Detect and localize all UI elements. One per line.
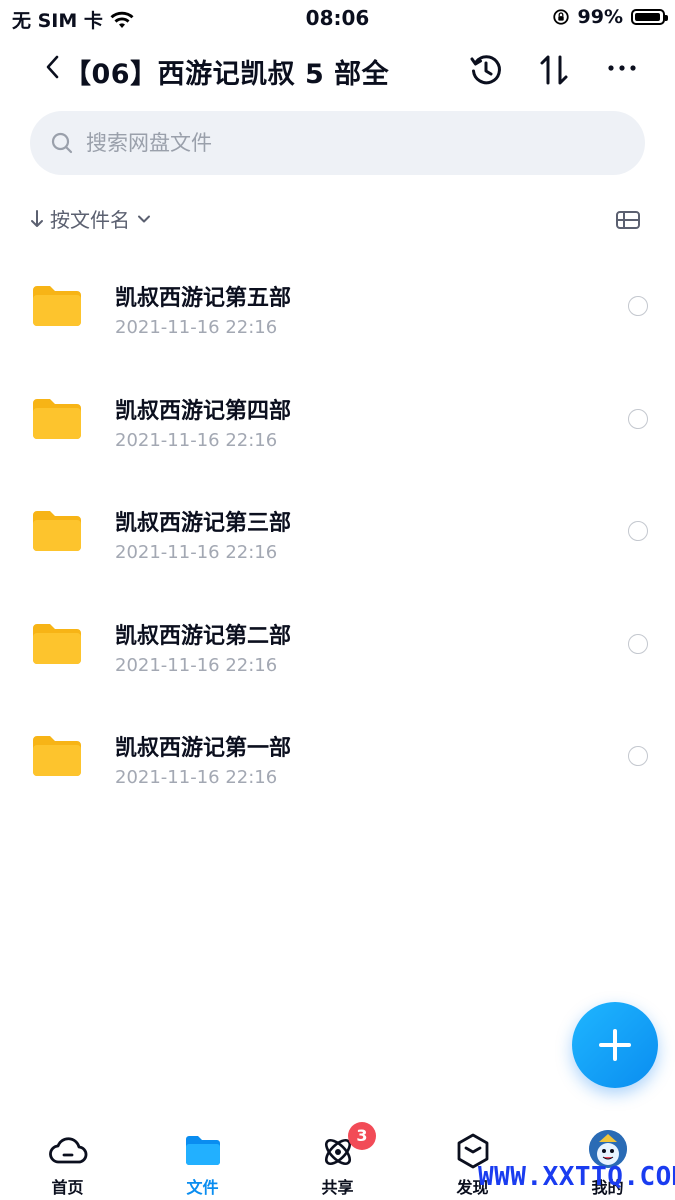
file-name: 凯叔西游记第一部 [115,736,292,761]
arrow-down-icon [31,209,43,227]
sort-row: 按文件名 [30,204,645,238]
share-badge: 3 [348,1122,376,1150]
sort-by-name-button[interactable]: 按文件名 [30,204,152,233]
select-checkbox[interactable] [628,633,648,654]
tab-home[interactable]: 首页 [0,1112,135,1200]
watermark: WWW.XXTTQ.COM [478,1162,675,1192]
battery-fill [635,13,660,21]
more-icon[interactable] [604,52,640,88]
chevron-down-icon [138,215,150,222]
folder-icon [33,511,81,551]
history-icon[interactable] [468,52,504,88]
select-checkbox[interactable] [628,521,648,541]
battery-percent: 99% [577,6,623,28]
file-name: 凯叔西游记第三部 [115,511,292,536]
file-row[interactable]: 凯叔西游记第三部 2021-11-16 22:16 [0,475,675,588]
folder-icon [33,736,81,776]
file-row[interactable]: 凯叔西游记第二部 2021-11-16 22:16 [0,588,675,701]
file-row[interactable]: 凯叔西游记第四部 2021-11-16 22:16 [0,363,675,476]
add-button[interactable] [572,1002,658,1088]
tab-files[interactable]: 文件 [135,1112,270,1200]
search-icon [51,132,73,154]
page-title: 【06】西游记凯叔 5 部全 [64,59,390,90]
folder-icon [33,623,81,664]
file-date: 2021-11-16 22:16 [115,767,278,788]
tab-label: 文件 [186,1178,219,1197]
sort-icon[interactable] [536,52,572,88]
file-date: 2021-11-16 22:16 [115,429,278,451]
file-list: 凯叔西游记第五部 2021-11-16 22:16 凯叔西游记第四部 2021-… [0,250,675,813]
folder-icon [33,398,81,439]
file-name: 凯叔西游记第五部 [115,286,292,311]
battery-icon [631,9,668,25]
sort-label: 按文件名 [50,208,130,232]
plus-icon [599,1029,631,1061]
folder-icon [186,1136,220,1165]
status-bar: 无 SIM 卡 08:06 99% [0,0,675,34]
search-bar[interactable] [30,111,645,175]
file-row[interactable]: 凯叔西游记第一部 2021-11-16 22:16 [0,700,675,813]
file-date: 2021-11-16 22:16 [115,542,278,563]
status-right: 99% [552,6,668,28]
tab-label: 共享 [321,1178,354,1197]
file-name: 凯叔西游记第二部 [115,623,292,649]
search-input[interactable] [84,130,588,156]
select-checkbox[interactable] [628,408,648,429]
folder-icon [33,286,81,326]
file-name: 凯叔西游记第四部 [115,398,292,424]
file-date: 2021-11-16 22:16 [115,317,278,338]
select-checkbox[interactable] [628,746,648,766]
file-row[interactable]: 凯叔西游记第五部 2021-11-16 22:16 [0,250,675,363]
nav-bar: 【06】西游记凯叔 5 部全 [0,40,675,100]
select-checkbox[interactable] [628,296,648,316]
view-mode-icon[interactable] [614,206,642,234]
file-date: 2021-11-16 22:16 [115,654,278,676]
tab-label: 首页 [51,1178,84,1197]
rotation-lock-icon [552,9,569,25]
tab-share[interactable]: 3 共享 [270,1112,405,1200]
cloud-icon [49,1137,88,1164]
